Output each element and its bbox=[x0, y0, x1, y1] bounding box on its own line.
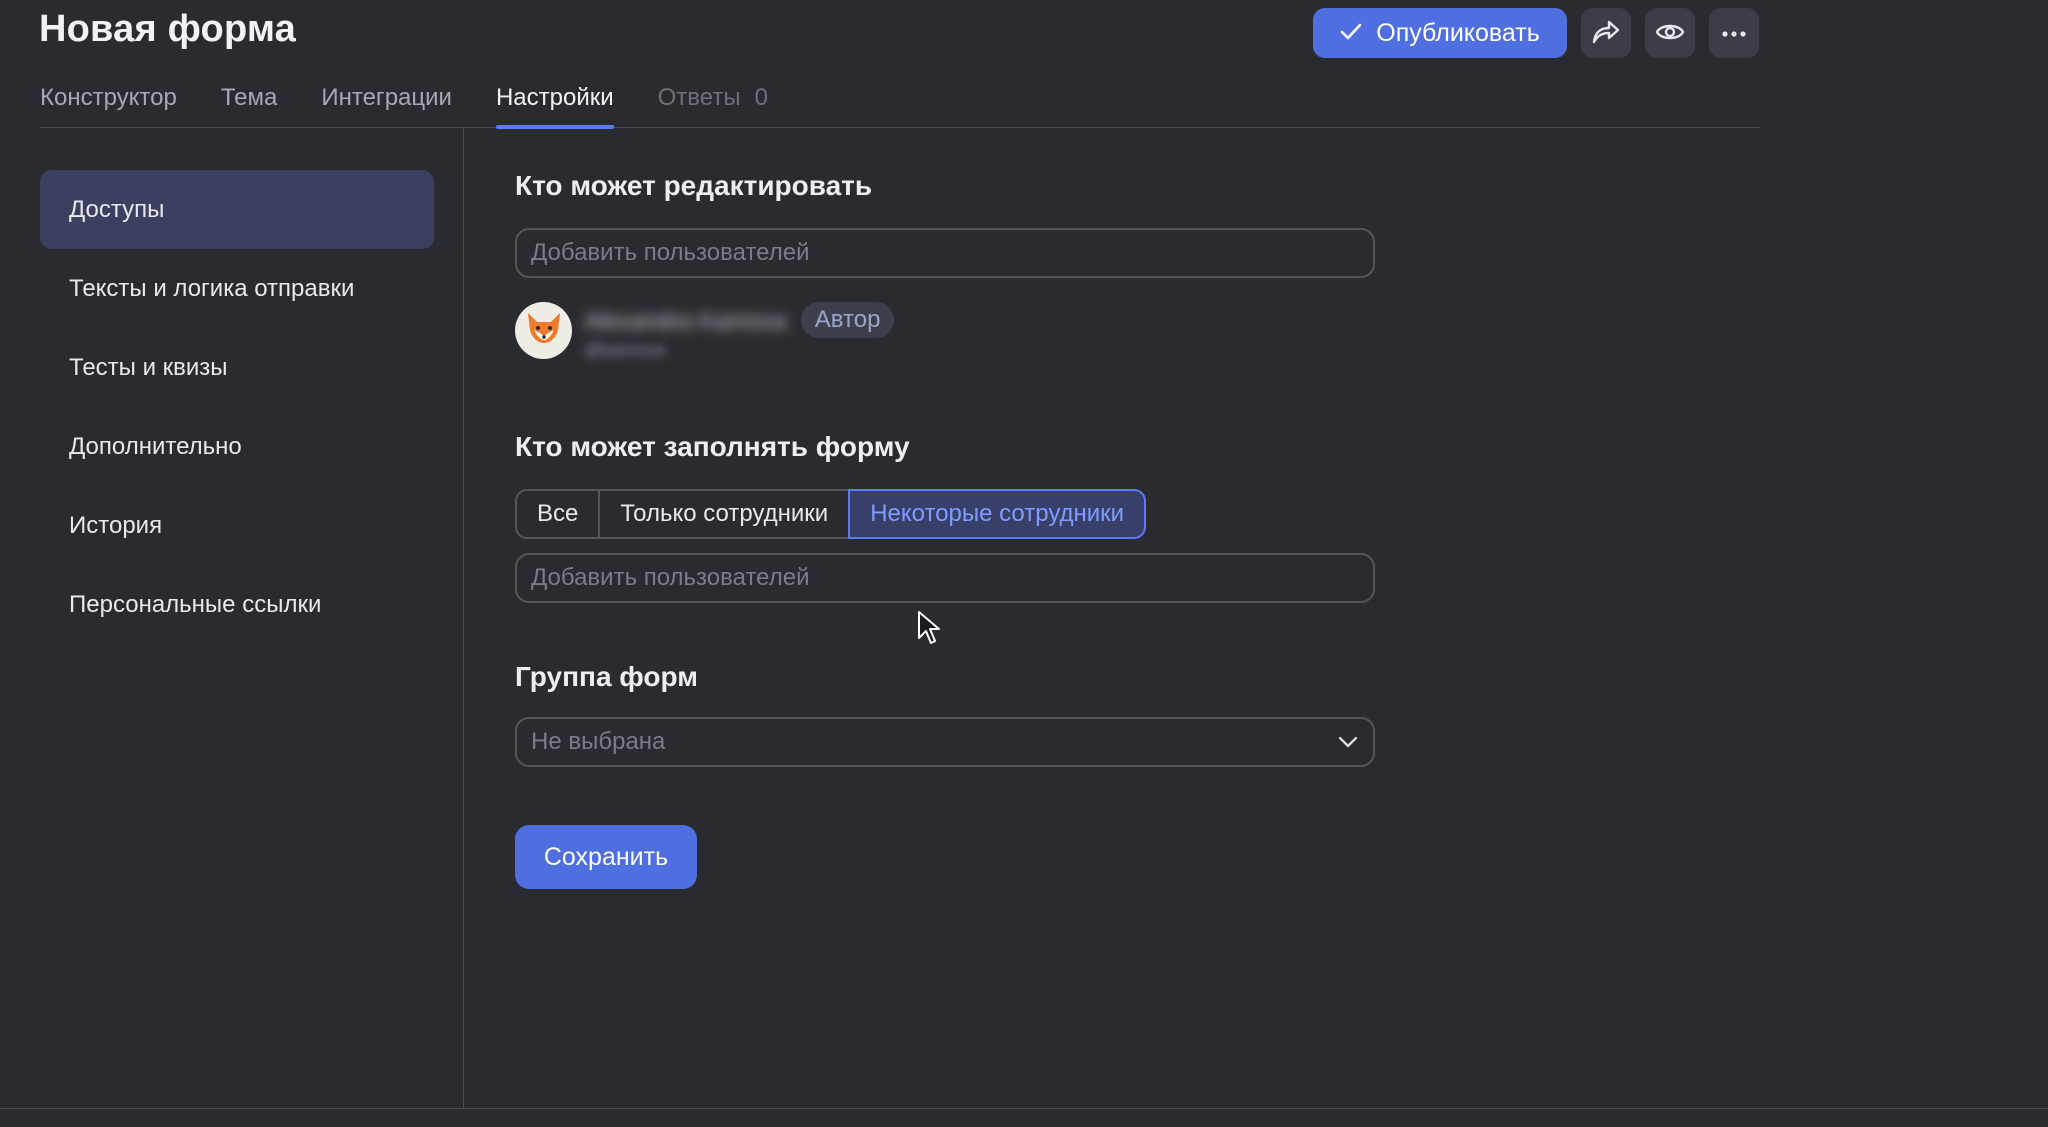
save-button[interactable]: Сохранить bbox=[515, 825, 697, 889]
sidebar-item-tests-quizzes[interactable]: Тесты и квизы bbox=[40, 328, 434, 407]
fillers-segmented-control: Все Только сотрудники Некоторые сотрудни… bbox=[515, 489, 1375, 539]
user-login: @kamova bbox=[584, 340, 666, 360]
sidebar-divider bbox=[463, 128, 464, 1108]
chevron-down-icon bbox=[1337, 728, 1359, 756]
option-some-employees[interactable]: Некоторые сотрудники bbox=[848, 489, 1147, 539]
user-info: Alexandra Kamova @kamova bbox=[572, 302, 787, 361]
editors-title: Кто может редактировать bbox=[515, 170, 873, 201]
sidebar-item-access[interactable]: Доступы bbox=[40, 170, 434, 249]
editor-user-row: Alexandra Kamova @kamova Автор bbox=[515, 302, 1375, 361]
tab-bar: Конструктор Тема Интеграции Настройки От… bbox=[40, 78, 1760, 129]
eye-icon bbox=[1655, 21, 1685, 46]
settings-sidebar: Доступы Тексты и логика отправки Тесты и… bbox=[40, 170, 434, 644]
form-group-value: Не выбрана bbox=[531, 728, 666, 755]
publish-button[interactable]: Опубликовать bbox=[1313, 8, 1567, 58]
fillers-search-input[interactable] bbox=[515, 553, 1375, 603]
form-group-select[interactable]: Не выбрана bbox=[515, 717, 1375, 767]
share-button[interactable] bbox=[1581, 8, 1631, 58]
option-employees-only[interactable]: Только сотрудники bbox=[598, 489, 851, 539]
responses-count: 0 bbox=[754, 84, 768, 111]
more-icon bbox=[1721, 26, 1747, 41]
tab-responses[interactable]: Ответы 0 bbox=[658, 78, 768, 128]
sidebar-item-texts-logic[interactable]: Тексты и логика отправки bbox=[40, 249, 434, 328]
tab-responses-label: Ответы bbox=[657, 84, 741, 111]
sidebar-item-history[interactable]: История bbox=[40, 486, 434, 565]
fillers-title: Кто может заполнять форму bbox=[515, 431, 910, 462]
fox-icon bbox=[524, 310, 564, 351]
user-name: Alexandra Kamova bbox=[584, 308, 787, 335]
tab-integrations[interactable]: Интеграции bbox=[321, 78, 452, 128]
tab-theme[interactable]: Тема bbox=[221, 78, 278, 128]
tab-constructor[interactable]: Конструктор bbox=[40, 78, 177, 128]
settings-content: Кто может редактировать Alexandra Kamova… bbox=[515, 170, 1375, 889]
editors-search-input[interactable] bbox=[515, 228, 1375, 278]
preview-button[interactable] bbox=[1645, 8, 1695, 58]
form-group-title: Группа форм bbox=[515, 661, 698, 692]
author-badge: Автор bbox=[800, 302, 895, 338]
more-button[interactable] bbox=[1709, 8, 1759, 58]
page-title: Новая форма bbox=[39, 8, 296, 50]
mouse-cursor-icon bbox=[917, 610, 941, 651]
tab-settings[interactable]: Настройки bbox=[495, 78, 614, 129]
header-actions: Опубликовать bbox=[1313, 8, 1759, 58]
bottom-divider bbox=[0, 1108, 2048, 1109]
avatar bbox=[515, 302, 572, 359]
share-icon bbox=[1591, 18, 1621, 49]
option-all[interactable]: Все bbox=[515, 489, 601, 539]
sidebar-item-personal-links[interactable]: Персональные ссылки bbox=[40, 565, 434, 644]
sidebar-item-additional[interactable]: Дополнительно bbox=[40, 407, 434, 486]
check-icon bbox=[1340, 19, 1362, 48]
publish-label: Опубликовать bbox=[1376, 18, 1540, 47]
